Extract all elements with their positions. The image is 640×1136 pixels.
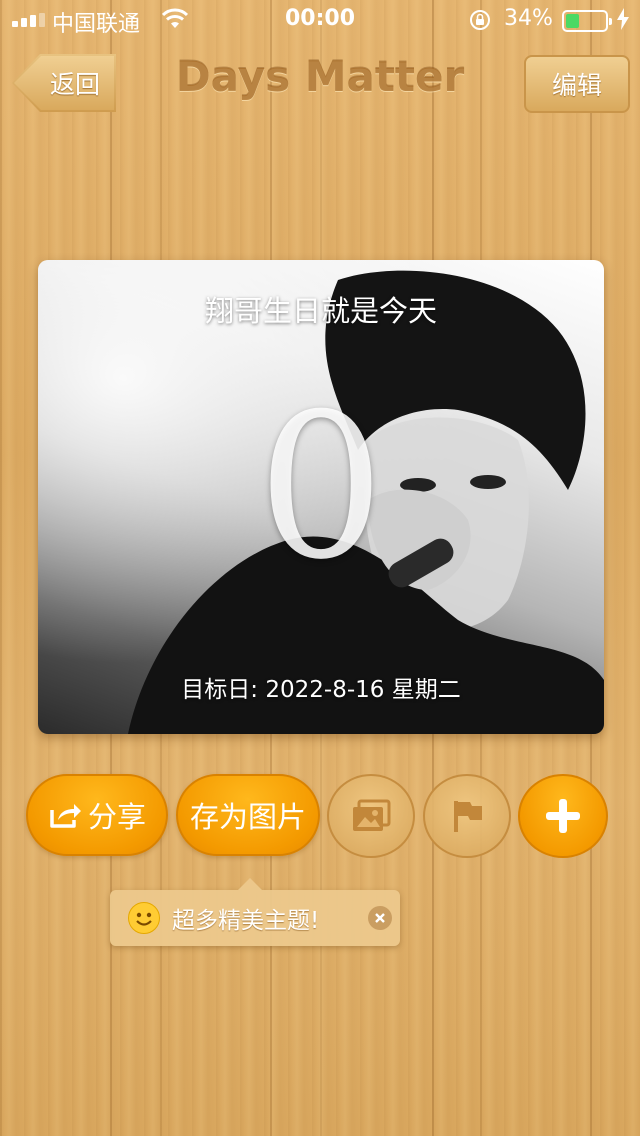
close-icon[interactable] (368, 906, 392, 930)
save-image-button[interactable]: 存为图片 (176, 774, 320, 856)
add-button[interactable] (518, 774, 608, 858)
image-gallery-icon (353, 799, 391, 831)
save-image-label: 存为图片 (189, 800, 306, 834)
charging-bolt-icon (617, 8, 629, 30)
share-button[interactable]: 分享 (26, 774, 168, 856)
theme-button[interactable] (327, 774, 415, 858)
smile-emoji-icon (128, 902, 160, 934)
event-title: 翔哥生日就是今天 (204, 294, 437, 328)
target-date: 目标日: 2022-8-16 星期二 (181, 677, 461, 703)
share-label: 分享 (87, 800, 146, 834)
theme-tip[interactable]: 超多精美主题! (110, 878, 400, 946)
rotation-lock-icon (470, 10, 490, 30)
tip-text: 超多精美主题! (172, 908, 320, 934)
flag-button[interactable] (423, 774, 511, 858)
days-count: 0 (257, 371, 385, 604)
share-icon (50, 804, 81, 828)
status-bar: 中国联通 00:00 34% (0, 0, 640, 40)
edit-button[interactable]: 编辑 (524, 55, 630, 113)
battery-icon (562, 10, 612, 32)
flag-icon (454, 801, 482, 832)
battery-percent: 34% (504, 6, 553, 31)
plus-icon (546, 799, 580, 833)
event-card: 翔哥生日就是今天 0 目标日: 2022-8-16 星期二 (38, 260, 604, 734)
